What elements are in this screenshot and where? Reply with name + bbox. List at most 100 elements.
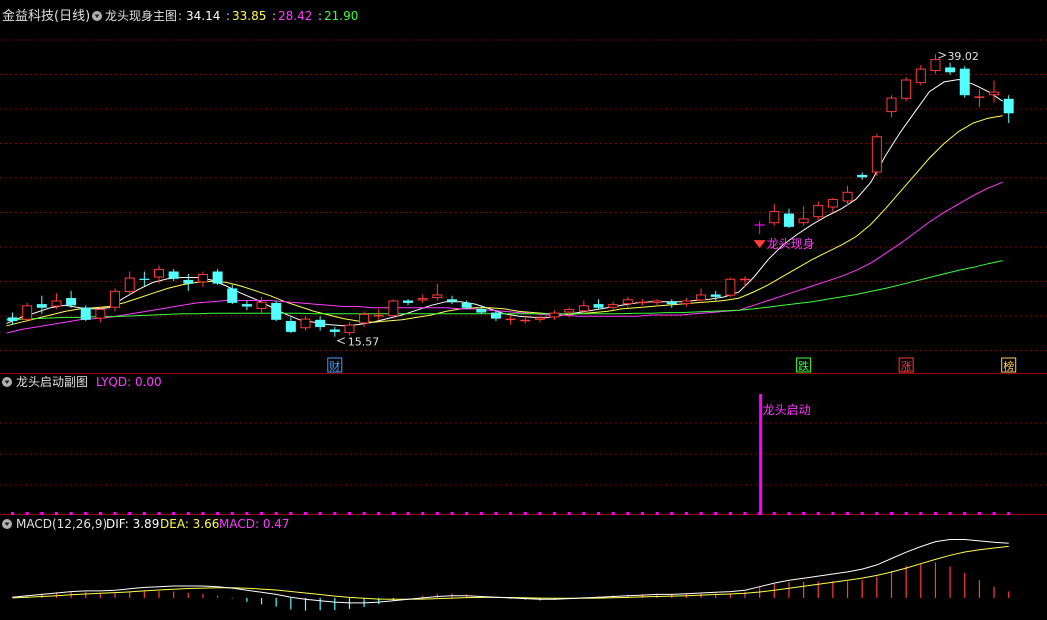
candle-body — [95, 308, 106, 319]
candle-body — [652, 300, 663, 303]
macd-value: MACD: 0.47 — [219, 517, 290, 531]
lyqd-bar — [963, 512, 967, 515]
lyqd-bar — [421, 512, 425, 515]
lyqd-bar — [98, 512, 102, 515]
lyqd-bar — [846, 512, 850, 515]
indicator-name: 龙头现身主图 — [105, 8, 177, 23]
sub-indicator-name: 龙头启动副图 — [16, 375, 88, 389]
lyqd-value: LYQD: 0.00 — [96, 375, 162, 389]
lyqd-bar — [509, 512, 513, 515]
dif-line — [12, 539, 1009, 604]
candle-body — [300, 318, 311, 329]
lyqd-bar — [54, 512, 58, 515]
candle-body — [813, 205, 824, 218]
candle-body — [241, 304, 252, 307]
lyqd-bar — [84, 512, 88, 515]
stock-name: 金益科技(日线) — [2, 8, 90, 24]
dea-line — [12, 545, 1009, 600]
dragon-start-label: 龙头启动 — [763, 403, 811, 417]
lyqd-bar — [274, 512, 278, 515]
annotations — [336, 51, 947, 345]
macd-header: MACD(12,26,9) DIF: 3.89 DEA: 3.66 MACD: … — [2, 517, 290, 531]
candle-body — [447, 299, 457, 302]
lyqd-bar — [69, 512, 73, 515]
lyqd-bar — [347, 512, 351, 515]
lyqd-bar — [699, 512, 703, 515]
event-label: 跌 — [798, 359, 809, 373]
lyqd-bar — [333, 512, 337, 515]
lyqd-bar — [772, 512, 776, 515]
candle-body — [139, 278, 150, 280]
lyqd-bar — [11, 512, 14, 515]
candle-body — [212, 271, 223, 284]
candle-body — [417, 298, 428, 301]
lyqd-bar — [318, 512, 322, 515]
lyqd-bar — [728, 512, 732, 515]
lyqd-bar — [465, 512, 469, 515]
candle-body — [945, 67, 956, 73]
candle-body — [901, 79, 912, 99]
candle-body — [359, 313, 370, 324]
lyqd-bar — [113, 512, 117, 515]
ma1-value: 34.14 — [186, 9, 220, 23]
candle-body — [66, 298, 77, 306]
candle-body — [754, 224, 765, 226]
candle-body — [666, 301, 677, 305]
sub-header: 龙头启动副图 LYQD: 0.00 — [2, 375, 162, 389]
candle-body — [110, 290, 121, 308]
event-label: 财 — [329, 359, 340, 373]
lyqd-bar — [216, 512, 220, 515]
candle-body — [329, 329, 340, 332]
candle-body — [7, 317, 18, 322]
lyqd-bar — [157, 512, 161, 515]
moving-averages — [6, 78, 1003, 334]
macd-title: MACD(12,26,9) — [16, 517, 107, 531]
candle-body — [842, 191, 853, 202]
lyqd-bar — [391, 512, 395, 515]
lyqd-bar — [890, 512, 893, 515]
main-grid — [0, 39, 1047, 351]
lyqd-bar — [142, 512, 146, 515]
candle-body — [344, 324, 355, 334]
dragon-appear-label: 龙头现身 — [767, 236, 815, 251]
lyqd-bar — [816, 512, 820, 515]
candle-body — [989, 91, 1000, 96]
candle-body — [80, 307, 91, 320]
event-markers: 财跌涨榜 — [327, 357, 1017, 373]
candle-body — [534, 317, 545, 320]
lyqd-bar — [289, 512, 293, 515]
candle-body — [959, 68, 970, 96]
lyqd-bar — [860, 512, 864, 515]
candle-body — [183, 279, 194, 284]
candle-body — [505, 318, 516, 321]
lyqd-bar — [640, 512, 644, 515]
candle-body — [622, 299, 633, 305]
candle-body — [373, 314, 384, 317]
lyqd-bar — [406, 512, 410, 515]
candle-body — [227, 288, 238, 303]
lyqd-bar — [567, 512, 571, 515]
ma3-value: 28.42 — [278, 9, 312, 23]
candle-body — [520, 319, 531, 322]
lyqd-bar — [714, 512, 718, 515]
candle-body — [168, 271, 179, 279]
candle-body — [696, 294, 707, 301]
candle-body — [461, 302, 472, 308]
lyqd-bar — [626, 512, 630, 515]
candlesticks — [7, 54, 1014, 337]
event-label: 榜 — [1003, 359, 1014, 373]
candle-body — [22, 305, 33, 320]
candle-body — [637, 301, 648, 304]
lyqd-bar — [875, 512, 879, 515]
lyqd-bar — [25, 512, 29, 515]
candle-body — [710, 294, 721, 297]
high-price-label: 39.02 — [947, 50, 979, 63]
lyqd-bar — [479, 512, 483, 515]
candle-body — [388, 300, 399, 317]
candle-body — [490, 312, 501, 319]
candle-body — [886, 97, 897, 113]
lyqd-bar — [450, 512, 454, 515]
lyqd-bar — [1007, 512, 1011, 515]
candle-body — [871, 136, 882, 173]
candle-body — [681, 300, 692, 305]
